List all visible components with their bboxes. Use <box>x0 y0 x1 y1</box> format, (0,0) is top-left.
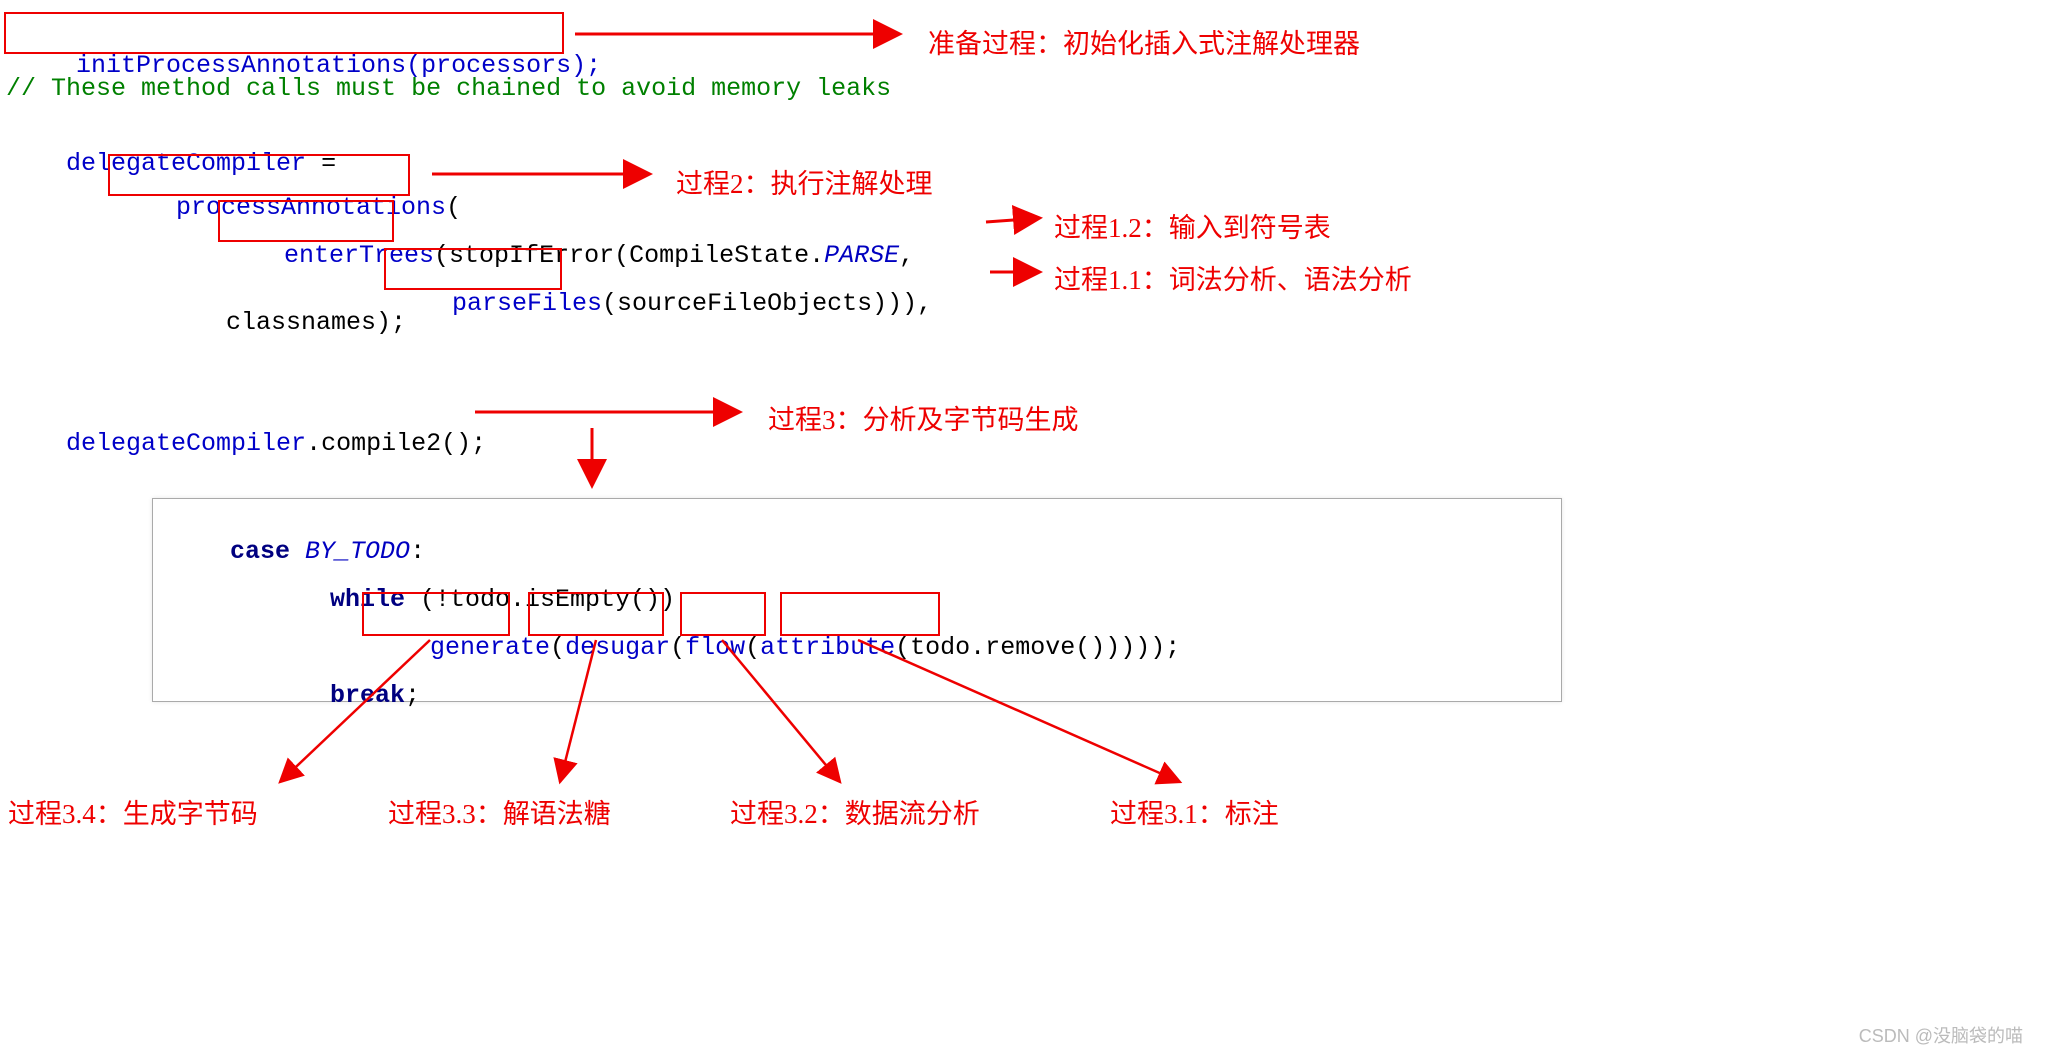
code-comment: // These method calls must be chained to… <box>6 74 891 103</box>
anno-p34: 过程3.4：生成字节码 <box>8 792 258 831</box>
redbox-entertrees <box>218 200 394 242</box>
anno-p2: 过程2：执行注解处理 <box>676 162 933 201</box>
redbox-parsefiles <box>384 248 562 290</box>
redbox-init <box>4 12 564 54</box>
token-delegate2: delegateCompiler <box>66 429 306 458</box>
watermark: CSDN @没脑袋的喵 <box>1859 1022 2023 1048</box>
kw-break: break <box>330 681 405 710</box>
token-attribute: attribute <box>760 633 895 662</box>
redbox-flow <box>680 592 766 636</box>
tail: (todo.remove())))); <box>895 633 1180 662</box>
token-compile2: .compile2(); <box>306 429 486 458</box>
token-flow: flow <box>685 633 745 662</box>
anno-prep: 准备过程：初始化插入式注解处理器 <box>928 22 1360 61</box>
p3: ( <box>745 633 760 662</box>
redbox-attribute <box>780 592 940 636</box>
anno-p12: 过程1.2：输入到符号表 <box>1054 206 1331 245</box>
code-line-7: classnames); <box>226 308 406 337</box>
token-desugar: desugar <box>565 633 670 662</box>
token-generate: generate <box>430 633 550 662</box>
page: initProcessAnnotations(processors); // T… <box>0 0 2048 1058</box>
redbox-generate <box>362 592 510 636</box>
redbox-processannotations <box>108 154 410 196</box>
token-parsefiles: parseFiles <box>452 289 602 318</box>
block-line-break: break; <box>270 652 420 739</box>
code-line-8: delegateCompiler.compile2(); <box>6 400 486 487</box>
tail6: (sourceFileObjects))), <box>602 289 932 318</box>
anno-p32: 过程3.2：数据流分析 <box>730 792 980 831</box>
anno-p11: 过程1.1：词法分析、语法分析 <box>1054 258 1412 297</box>
anno-p33: 过程3.3：解语法糖 <box>388 792 611 831</box>
anno-p31: 过程3.1：标注 <box>1110 792 1279 831</box>
semi: ; <box>405 681 420 710</box>
p2: ( <box>670 633 685 662</box>
anno-p3: 过程3：分析及字节码生成 <box>768 398 1079 437</box>
redbox-desugar <box>528 592 664 636</box>
p1: ( <box>550 633 565 662</box>
